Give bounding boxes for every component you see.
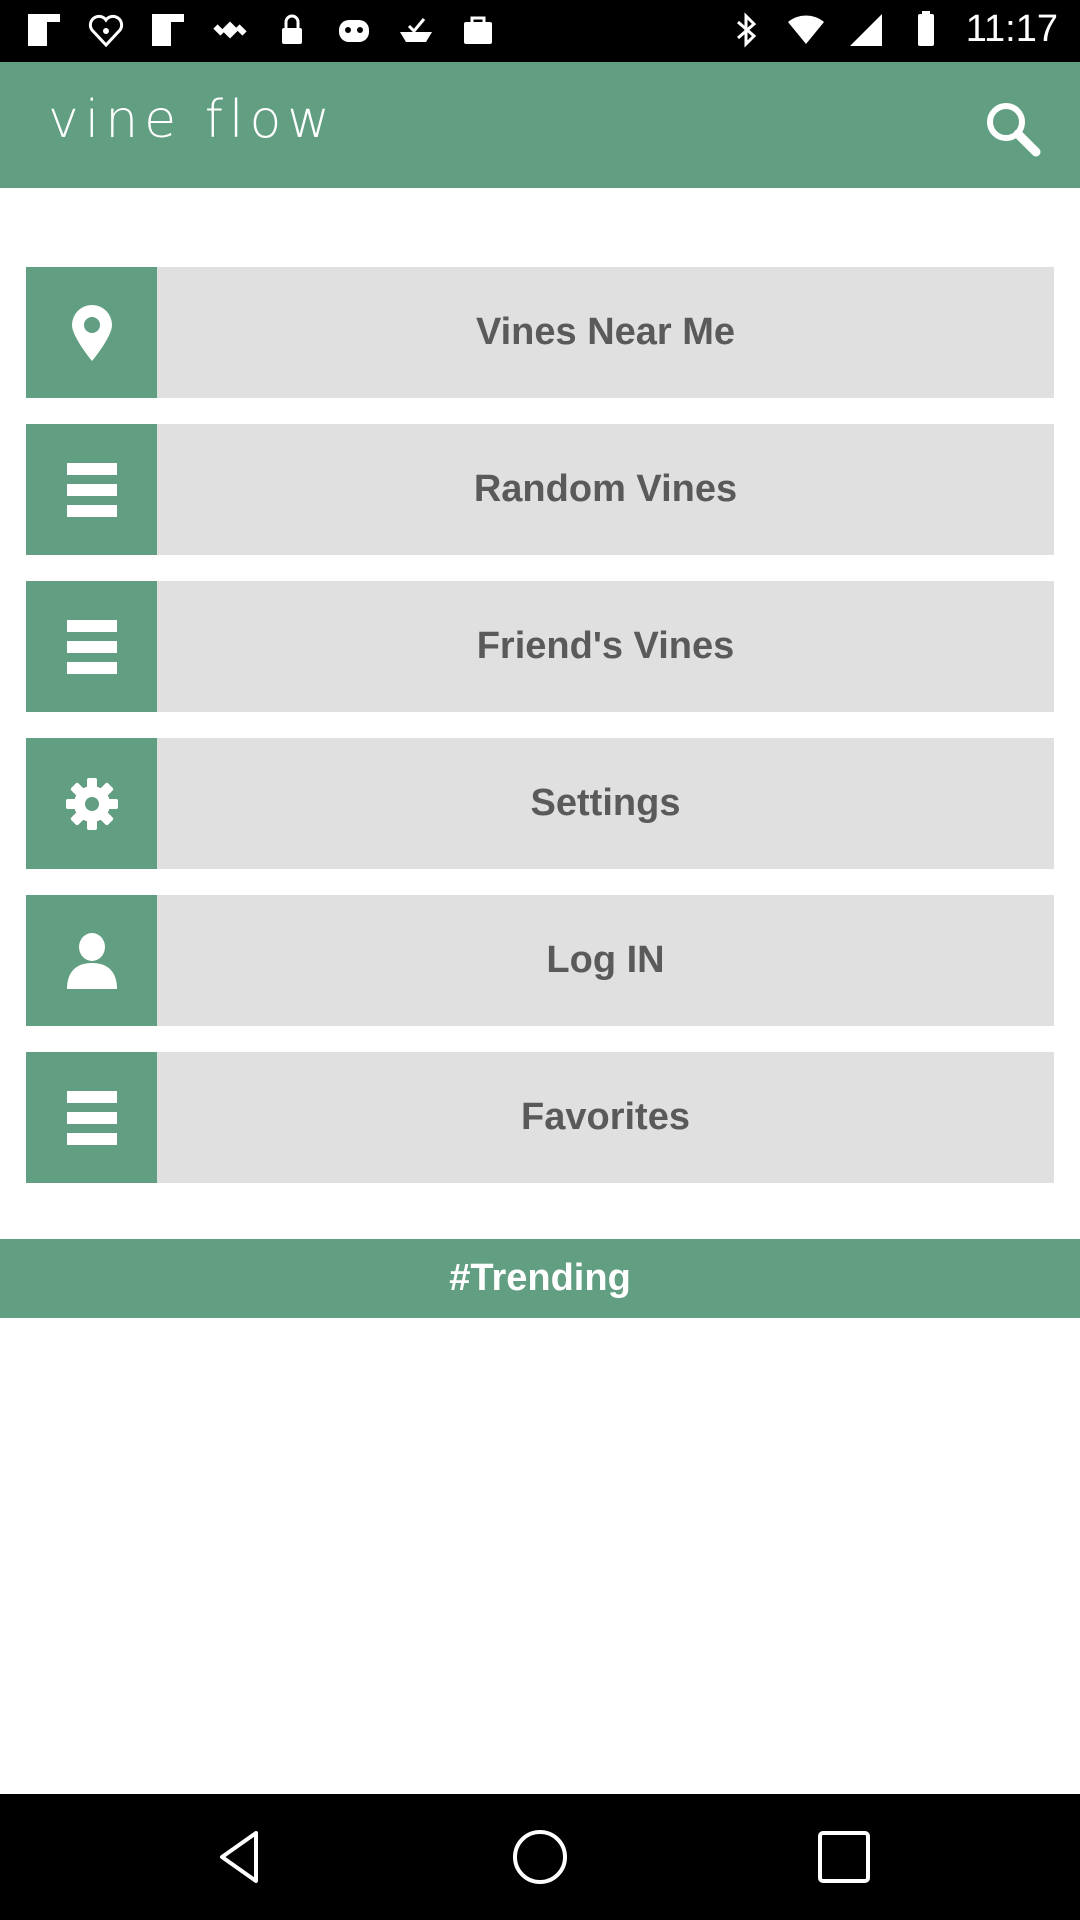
search-icon[interactable] xyxy=(980,96,1044,160)
menu-item-label: Random Vines xyxy=(473,468,738,510)
navigation-bar xyxy=(0,1794,1080,1920)
menu-item-label: Settings xyxy=(530,782,681,824)
trending-button[interactable]: #Trending xyxy=(0,1239,1080,1318)
menu-item-label: Log IN xyxy=(546,939,665,981)
menu-item-favorites[interactable]: Favorites xyxy=(26,1052,1054,1183)
battery-icon xyxy=(917,10,934,46)
list-icon xyxy=(66,619,117,674)
menu-item-vines-near-me[interactable]: Vines Near Me xyxy=(26,267,1054,398)
menu-item-settings[interactable]: Settings xyxy=(26,738,1054,869)
gear-icon xyxy=(65,777,118,830)
list-icon xyxy=(66,1090,117,1145)
menu-item-label: Vines Near Me xyxy=(475,311,736,353)
fake-gps-icon xyxy=(213,21,247,39)
app-header: vine flow xyxy=(0,62,1080,188)
iheartradio-icon xyxy=(88,14,124,48)
status-bar: 11:17 xyxy=(0,0,1080,62)
system-icons: 11:17 xyxy=(726,8,1058,51)
recents-icon[interactable] xyxy=(814,1827,874,1887)
flipboard-icon xyxy=(152,14,184,46)
menu-item-log-in[interactable]: Log IN xyxy=(26,895,1054,1026)
location-pin-icon xyxy=(71,304,112,361)
menu-item-label: Friend's Vines xyxy=(476,625,735,667)
wifi-icon xyxy=(787,14,824,44)
list-icon xyxy=(66,462,117,517)
signal-icon xyxy=(849,13,882,46)
back-icon[interactable] xyxy=(210,1827,270,1887)
home-icon[interactable] xyxy=(510,1827,570,1887)
main-menu: Vines Near Me Random Vines Friend's Vine… xyxy=(26,267,1054,1209)
bluetooth-icon xyxy=(736,11,756,48)
notification-icons xyxy=(24,10,498,50)
menu-item-label: Favorites xyxy=(521,1096,690,1138)
game-icon xyxy=(339,20,369,42)
flipboard-icon xyxy=(28,14,60,46)
clock: 11:17 xyxy=(965,8,1058,50)
menu-item-random-vines[interactable]: Random Vines xyxy=(26,424,1054,555)
menu-item-friends-vines[interactable]: Friend's Vines xyxy=(26,581,1054,712)
app-title: vine flow xyxy=(48,90,336,150)
lock-icon xyxy=(282,14,302,44)
person-icon xyxy=(66,932,117,989)
check-tray-icon xyxy=(400,18,432,42)
shopping-bag-icon xyxy=(464,16,492,44)
